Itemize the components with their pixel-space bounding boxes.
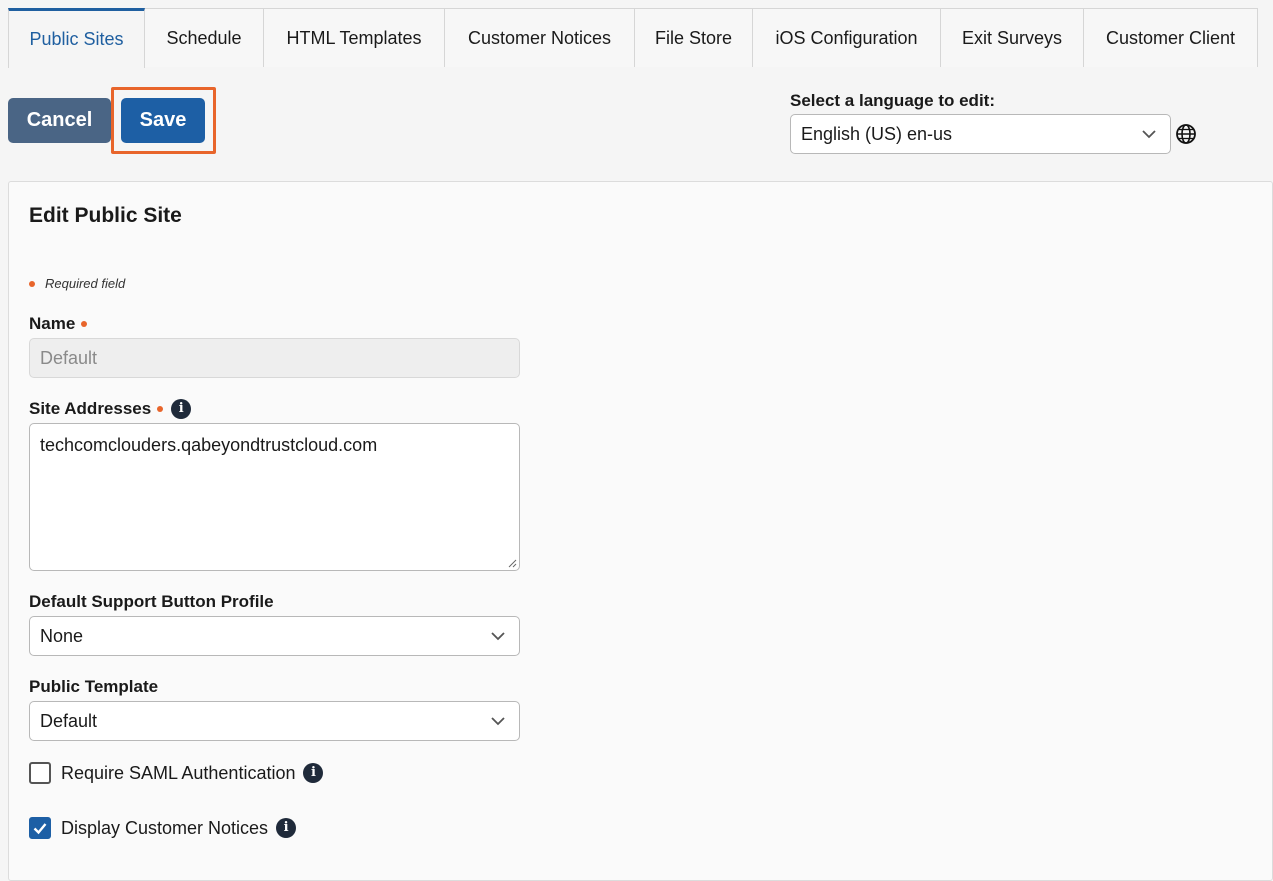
support-profile-select[interactable]: None bbox=[29, 616, 520, 656]
public-template-value: Default bbox=[40, 710, 98, 731]
saml-checkbox-row[interactable]: Require SAML Authentication i bbox=[29, 762, 324, 784]
saml-checkbox[interactable] bbox=[29, 762, 51, 784]
cancel-button[interactable]: Cancel bbox=[8, 98, 111, 143]
name-field-value: Default bbox=[40, 347, 98, 368]
language-select-label: Select a language to edit: bbox=[790, 91, 995, 110]
required-indicator bbox=[81, 321, 88, 327]
public-template-label: Public Template bbox=[29, 677, 158, 697]
required-indicator bbox=[157, 406, 164, 412]
chevron-down-icon bbox=[491, 717, 505, 726]
support-profile-label: Default Support Button Profile bbox=[29, 592, 274, 612]
save-button[interactable]: Save bbox=[121, 98, 205, 143]
tab-schedule[interactable]: Schedule bbox=[145, 8, 264, 67]
site-addresses-label-text: Site Addresses bbox=[29, 399, 152, 418]
check-icon bbox=[33, 823, 47, 835]
public-template-select[interactable]: Default bbox=[29, 701, 520, 741]
info-icon[interactable]: i bbox=[303, 763, 324, 783]
resize-grip-icon[interactable] bbox=[507, 558, 517, 568]
saml-checkbox-label: Require SAML Authentication bbox=[61, 762, 296, 783]
tab-bar: Public Sites Schedule HTML Templates Cus… bbox=[8, 8, 1258, 68]
notices-checkbox-label: Display Customer Notices bbox=[61, 817, 269, 838]
language-select[interactable]: English (US) en-us bbox=[790, 114, 1171, 154]
page-title: Edit Public Site bbox=[29, 204, 182, 227]
required-field-note: Required field bbox=[29, 276, 125, 291]
support-profile-value: None bbox=[40, 625, 84, 646]
site-addresses-value: techcomclouders.qabeyondtrustcloud.com bbox=[40, 435, 378, 455]
notices-checkbox-row[interactable]: Display Customer Notices i bbox=[29, 817, 297, 839]
public-template-label-text: Public Template bbox=[29, 677, 159, 696]
tab-public-sites[interactable]: Public Sites bbox=[8, 8, 145, 68]
chevron-down-icon bbox=[491, 632, 505, 641]
tab-html-templates[interactable]: HTML Templates bbox=[264, 8, 445, 67]
required-note-text: Required field bbox=[45, 276, 126, 291]
support-profile-label-text: Default Support Button Profile bbox=[29, 592, 274, 611]
info-icon[interactable]: i bbox=[276, 818, 297, 838]
name-label: Name bbox=[29, 314, 88, 334]
globe-icon[interactable] bbox=[1175, 123, 1197, 145]
tab-ios-configuration[interactable]: iOS Configuration bbox=[753, 8, 941, 67]
name-label-text: Name bbox=[29, 314, 76, 333]
tab-customer-notices[interactable]: Customer Notices bbox=[445, 8, 635, 67]
tab-file-store[interactable]: File Store bbox=[635, 8, 753, 67]
site-addresses-textarea[interactable]: techcomclouders.qabeyondtrustcloud.com bbox=[29, 423, 520, 571]
chevron-down-icon bbox=[1142, 130, 1156, 139]
info-icon[interactable]: i bbox=[171, 399, 192, 419]
notices-checkbox[interactable] bbox=[29, 817, 51, 839]
tab-customer-client[interactable]: Customer Client bbox=[1084, 8, 1258, 67]
name-field[interactable]: Default bbox=[29, 338, 520, 378]
tab-exit-surveys[interactable]: Exit Surveys bbox=[941, 8, 1084, 67]
site-addresses-label: Site Addresses i bbox=[29, 399, 192, 419]
language-select-value: English (US) en-us bbox=[801, 123, 953, 144]
required-indicator bbox=[29, 280, 35, 287]
